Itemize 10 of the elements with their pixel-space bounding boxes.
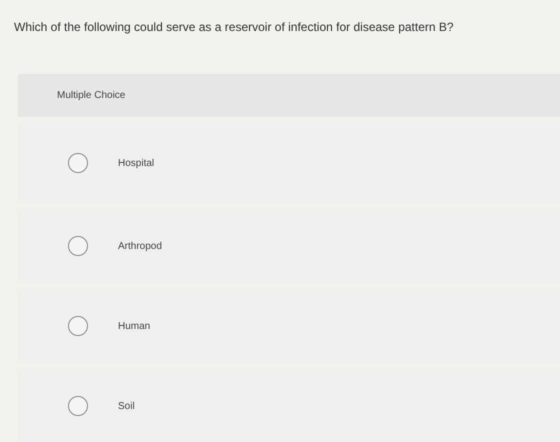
radio-button[interactable] xyxy=(68,396,88,416)
option-label[interactable]: Human xyxy=(118,320,150,332)
question-text: Which of the following could serve as a reservoir of infection for disease pattern B? xyxy=(14,19,455,35)
radio-button[interactable] xyxy=(68,236,88,256)
radio-button[interactable] xyxy=(68,316,88,336)
option-label[interactable]: Hospital xyxy=(118,158,154,168)
question-type-label: Multiple Choice xyxy=(57,90,126,101)
radio-button[interactable] xyxy=(68,153,88,173)
option-label[interactable]: Soil xyxy=(118,400,135,412)
option-label[interactable]: Arthropod xyxy=(118,240,162,252)
